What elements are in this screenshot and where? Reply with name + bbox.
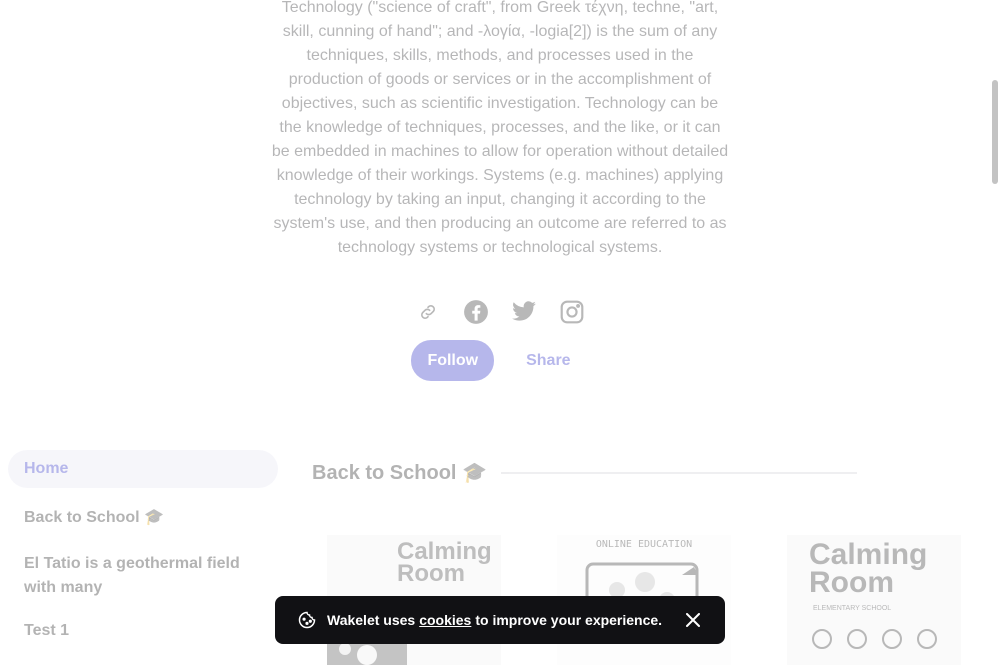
link-icon[interactable] xyxy=(414,298,442,326)
cookie-icon xyxy=(297,610,317,630)
card-title: Calming Room xyxy=(397,538,492,587)
kids-illustration xyxy=(812,629,937,649)
section-header: Back to School 🎓 xyxy=(312,460,857,485)
social-links xyxy=(0,298,1000,326)
close-icon[interactable] xyxy=(683,610,703,630)
sidebar-item-back-to-school[interactable]: Back to School 🎓 xyxy=(8,498,278,536)
card-subtitle: ELEMENTARY SCHOOL xyxy=(813,605,892,612)
section-divider xyxy=(500,471,857,474)
share-button[interactable]: Share xyxy=(508,340,588,381)
page-content: Technology ("science of craft", from Gre… xyxy=(0,0,1000,665)
cookie-text-before: Wakelet uses xyxy=(327,612,416,628)
cookie-text-after: to improve your experience. xyxy=(475,612,663,628)
instagram-icon[interactable] xyxy=(558,298,586,326)
card-item[interactable]: Calming Room ELEMENTARY SCHOOL xyxy=(787,535,961,665)
sidebar-item-el-tatio[interactable]: El Tatio is a geothermal field with many xyxy=(8,546,278,602)
card-title: Calming Room xyxy=(809,538,928,599)
card-subtitle: ONLINE EDUCATION xyxy=(595,539,693,550)
collection-actions: Follow Share xyxy=(0,340,1000,381)
scrollbar-thumb[interactable] xyxy=(992,80,998,184)
collection-description: Technology ("science of craft", from Gre… xyxy=(271,0,729,256)
twitter-icon[interactable] xyxy=(510,298,538,326)
follow-button[interactable]: Follow xyxy=(411,340,495,381)
facebook-icon[interactable] xyxy=(462,298,490,326)
cookie-banner: Wakelet uses cookies to improve your exp… xyxy=(275,596,725,644)
sidebar-item-home[interactable]: Home xyxy=(8,450,278,488)
section-title: Back to School 🎓 xyxy=(312,462,487,484)
cookies-link[interactable]: cookies xyxy=(419,612,471,628)
sidebar-item-test-1[interactable]: Test 1 xyxy=(8,612,278,650)
sidebar-nav: Home Back to School 🎓 El Tatio is a geot… xyxy=(8,450,278,650)
